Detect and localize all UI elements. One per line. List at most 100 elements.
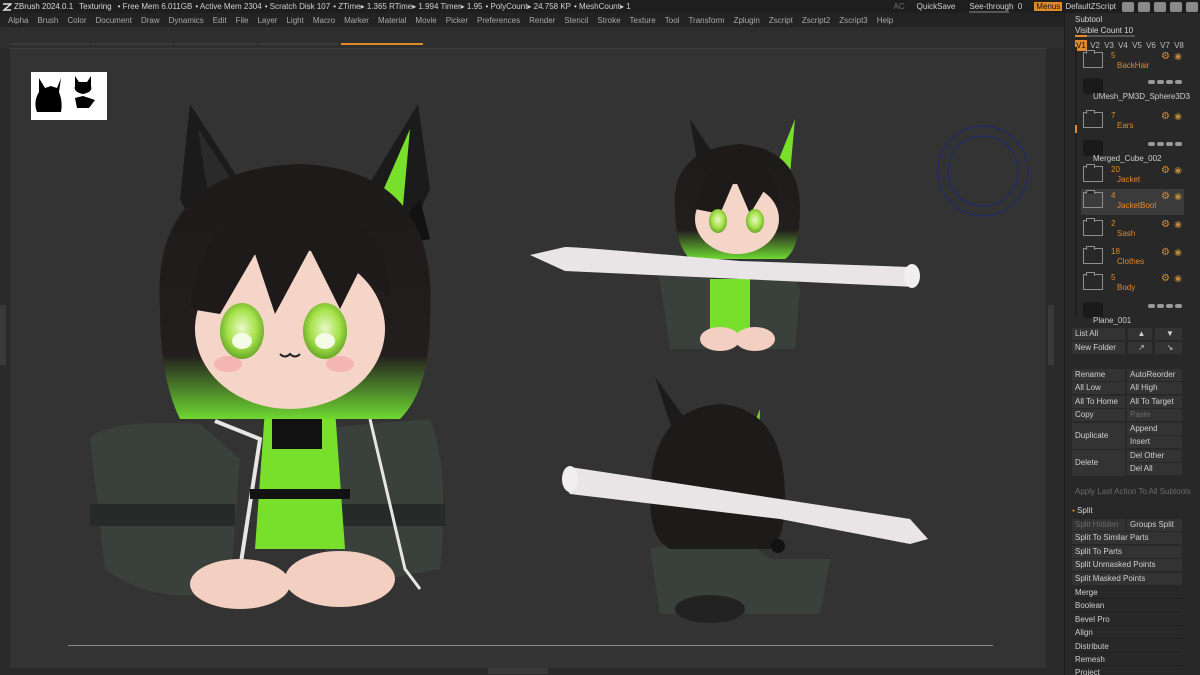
all-high-button[interactable]: All High: [1127, 382, 1182, 394]
move-down-icon[interactable]: ▼: [1155, 328, 1182, 340]
toggle-icon[interactable]: [1157, 142, 1164, 146]
toggle-icon[interactable]: [1148, 142, 1155, 146]
menu-tool[interactable]: Tool: [665, 16, 680, 25]
menu-file[interactable]: File: [236, 16, 249, 25]
project-section[interactable]: Project: [1072, 667, 1182, 675]
all-low-button[interactable]: All Low: [1072, 382, 1125, 394]
distribute-section[interactable]: Distribute: [1072, 641, 1182, 653]
color-scheme-icon[interactable]: [1138, 1, 1150, 12]
shelf-tab-active[interactable]: [341, 43, 423, 45]
visibility-eye-icon[interactable]: ◉: [1174, 273, 1182, 284]
ac-indicator[interactable]: AC: [894, 2, 905, 11]
visibility-eye-icon[interactable]: ◉: [1174, 191, 1182, 202]
menu-material[interactable]: Material: [378, 16, 406, 25]
quicksave-button[interactable]: QuickSave: [917, 2, 956, 11]
menu-light[interactable]: Light: [286, 16, 303, 25]
toggle-icon[interactable]: [1166, 80, 1173, 84]
subtool-row-sash[interactable]: 2 Sash ⚙ ◉: [1081, 217, 1184, 243]
menu-preferences[interactable]: Preferences: [477, 16, 520, 25]
folder-gear-icon[interactable]: ⚙: [1161, 165, 1170, 176]
split-masked-button[interactable]: Split Masked Points: [1072, 573, 1182, 585]
minimize-icon[interactable]: [1154, 1, 1166, 12]
close-icon[interactable]: [1186, 1, 1198, 12]
align-section[interactable]: Align: [1072, 627, 1182, 639]
new-folder-button[interactable]: New Folder: [1072, 342, 1125, 354]
menu-texture[interactable]: Texture: [630, 16, 656, 25]
menu-marker[interactable]: Marker: [344, 16, 369, 25]
rename-button[interactable]: Rename: [1072, 369, 1125, 381]
groups-split-button[interactable]: Groups Split: [1127, 519, 1182, 531]
toggle-icon[interactable]: [1148, 304, 1155, 308]
shelf-tab[interactable]: [258, 43, 338, 45]
menu-color[interactable]: Color: [67, 16, 86, 25]
del-all-button[interactable]: Del All: [1127, 463, 1182, 475]
subtool-row-jacket[interactable]: 20 Jacket ⚙ ◉: [1081, 163, 1184, 189]
merge-section[interactable]: Merge: [1072, 587, 1182, 599]
duplicate-button[interactable]: Duplicate: [1072, 423, 1125, 449]
auto-reorder-button[interactable]: AutoReorder: [1127, 369, 1182, 381]
all-to-home-button[interactable]: All To Home: [1072, 396, 1125, 408]
folder-gear-icon[interactable]: ⚙: [1161, 111, 1170, 122]
menu-help[interactable]: Help: [877, 16, 893, 25]
menu-transform[interactable]: Transform: [688, 16, 724, 25]
subtool-row-umesh_pm3d_sphere3d3[interactable]: UMesh_PM3D_Sphere3D3: [1081, 75, 1190, 101]
apply-last-action-button[interactable]: Apply Last Action To All Subtools: [1075, 487, 1191, 496]
split-to-parts-button[interactable]: Split To Parts: [1072, 546, 1182, 558]
visibility-eye-icon[interactable]: ◉: [1174, 111, 1182, 122]
bottom-tray-handle[interactable]: [488, 668, 548, 674]
subtool-toggles[interactable]: [1148, 80, 1182, 84]
subtool-row-ears[interactable]: 7 Ears ⚙ ◉: [1081, 109, 1184, 135]
move-up-icon[interactable]: ▲: [1128, 328, 1152, 340]
reference-thumbnail[interactable]: [31, 72, 107, 120]
canvas-viewport[interactable]: [10, 48, 1046, 668]
paste-button[interactable]: Paste: [1127, 409, 1182, 421]
subtool-row-backhair[interactable]: 5 BackHair ⚙ ◉: [1081, 49, 1184, 75]
right-tray-handle[interactable]: [1048, 305, 1054, 365]
visible-count-slider[interactable]: Visible Count 10: [1075, 26, 1135, 37]
folder-gear-icon[interactable]: ⚙: [1161, 191, 1170, 202]
copy-button[interactable]: Copy: [1072, 409, 1125, 421]
default-zscript-button[interactable]: DefaultZScript: [1065, 2, 1116, 11]
menu-stroke[interactable]: Stroke: [597, 16, 620, 25]
menu-zplugin[interactable]: Zplugin: [734, 16, 760, 25]
folder-gear-icon[interactable]: ⚙: [1161, 219, 1170, 230]
layout-icon[interactable]: [1122, 1, 1134, 12]
insert-button[interactable]: Insert: [1127, 436, 1182, 448]
menu-stencil[interactable]: Stencil: [564, 16, 588, 25]
menu-dynamics[interactable]: Dynamics: [169, 16, 204, 25]
menu-zscript[interactable]: Zscript: [769, 16, 793, 25]
menu-brush[interactable]: Brush: [37, 16, 58, 25]
menu-draw[interactable]: Draw: [141, 16, 160, 25]
shelf-tab[interactable]: [10, 43, 90, 45]
folder-gear-icon[interactable]: ⚙: [1161, 247, 1170, 258]
see-through-slider[interactable]: See-through 0: [969, 2, 1022, 13]
menu-document[interactable]: Document: [96, 16, 132, 25]
toggle-icon[interactable]: [1148, 80, 1155, 84]
delete-button[interactable]: Delete: [1072, 450, 1125, 476]
menu-alpha[interactable]: Alpha: [8, 16, 28, 25]
toggle-icon[interactable]: [1166, 142, 1173, 146]
move-out-folder-icon[interactable]: ↘: [1155, 342, 1182, 354]
visibility-eye-icon[interactable]: ◉: [1174, 51, 1182, 62]
toggle-icon[interactable]: [1157, 304, 1164, 308]
all-to-target-button[interactable]: All To Target: [1127, 396, 1182, 408]
split-unmasked-button[interactable]: Split Unmasked Points: [1072, 559, 1182, 571]
subtool-scrollbar[interactable]: [1075, 47, 1077, 317]
visibility-eye-icon[interactable]: ◉: [1174, 165, 1182, 176]
menu-edit[interactable]: Edit: [213, 16, 227, 25]
left-tray-handle[interactable]: [0, 305, 6, 365]
maximize-icon[interactable]: [1170, 1, 1182, 12]
menu-picker[interactable]: Picker: [446, 16, 468, 25]
list-all-button[interactable]: List All: [1072, 328, 1125, 340]
toggle-icon[interactable]: [1175, 80, 1182, 84]
boolean-section[interactable]: Boolean: [1072, 600, 1182, 612]
subtool-row-jacketbool[interactable]: 4 JacketBool ⚙ ◉: [1081, 189, 1184, 215]
visibility-eye-icon[interactable]: ◉: [1174, 219, 1182, 230]
menus-button[interactable]: Menus: [1034, 2, 1063, 11]
shelf-tab[interactable]: [174, 43, 256, 45]
shelf-tab[interactable]: [92, 43, 172, 45]
subtool-toggles[interactable]: [1148, 142, 1182, 146]
toggle-icon[interactable]: [1175, 142, 1182, 146]
visibility-eye-icon[interactable]: ◉: [1174, 247, 1182, 258]
toggle-icon[interactable]: [1157, 80, 1164, 84]
